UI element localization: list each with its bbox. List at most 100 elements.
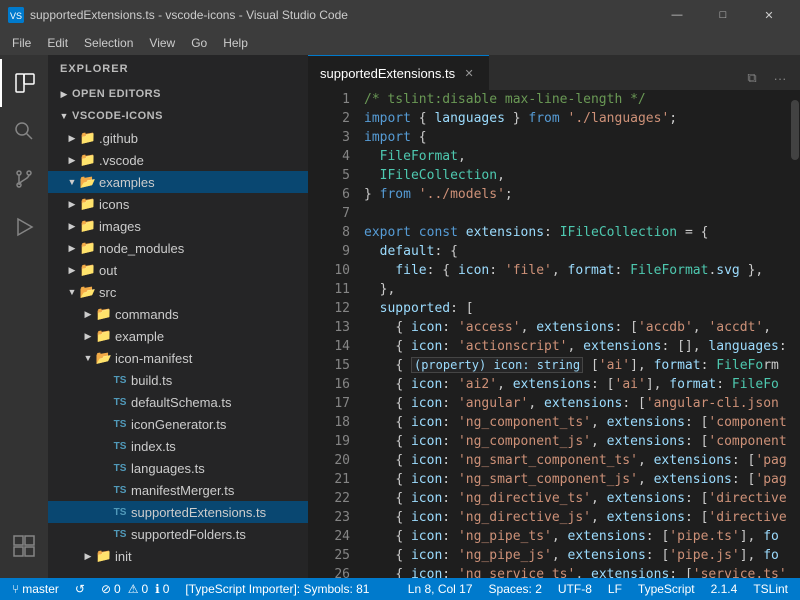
code-line-8: export const extensions: IFileCollection… bbox=[364, 223, 790, 242]
init-arrow: ▶ bbox=[80, 548, 96, 564]
cursor-position-status[interactable]: Ln 8, Col 17 bbox=[404, 578, 477, 600]
close-button[interactable]: ✕ bbox=[746, 0, 792, 30]
titlebar: VS supportedExtensions.ts - vscode-icons… bbox=[0, 0, 800, 30]
ts-version-status[interactable]: 2.1.4 bbox=[707, 578, 742, 600]
menu-go[interactable]: Go bbox=[183, 30, 215, 55]
tree-item-example[interactable]: ▶ 📁 example bbox=[48, 325, 308, 347]
icons-label: icons bbox=[99, 197, 129, 212]
iconmanifest-folder-icon: 📂 bbox=[96, 350, 112, 366]
menu-view[interactable]: View bbox=[141, 30, 183, 55]
importer-status[interactable]: [TypeScript Importer]: Symbols: 81 bbox=[181, 578, 373, 600]
vscode-icons-arrow: ▼ bbox=[56, 108, 72, 124]
tree-item-src[interactable]: ▼ 📂 src bbox=[48, 281, 308, 303]
code-line-22: { icon: 'ng_directive_ts', extensions: [… bbox=[364, 489, 790, 508]
error-icon: ⊘ bbox=[101, 582, 111, 596]
src-arrow: ▼ bbox=[64, 284, 80, 300]
tab-supportedextensions[interactable]: supportedExtensions.ts ✕ bbox=[308, 55, 489, 90]
explorer-activity-btn[interactable] bbox=[0, 59, 48, 107]
open-editors-section[interactable]: ▶ OPEN EDITORS bbox=[48, 83, 308, 105]
tslint-label: TSLint bbox=[753, 582, 788, 596]
init-label: init bbox=[115, 549, 132, 564]
nodemodules-label: node_modules bbox=[99, 241, 184, 256]
position-label: Ln 8, Col 17 bbox=[408, 582, 473, 596]
sync-status[interactable]: ↺ bbox=[71, 578, 89, 600]
tree-item-supportedfoldersts[interactable]: ▶ TS supportedFolders.ts bbox=[48, 523, 308, 545]
languagets-label: languages.ts bbox=[131, 461, 205, 476]
more-actions-button[interactable]: ··· bbox=[768, 66, 792, 90]
scm-activity-btn[interactable] bbox=[0, 155, 48, 203]
line-numbers: 12345 678910 1112131415 1617181920 21222… bbox=[308, 90, 358, 578]
icons-arrow: ▶ bbox=[64, 196, 80, 212]
code-line-13: { icon: 'access', extensions: ['accdb', … bbox=[364, 318, 790, 337]
tree-item-buildts[interactable]: ▶ TS build.ts bbox=[48, 369, 308, 391]
images-label: images bbox=[99, 219, 141, 234]
tree-item-supportedextensions[interactable]: ▶ TS supportedExtensions.ts bbox=[48, 501, 308, 523]
encoding-status[interactable]: UTF-8 bbox=[554, 578, 596, 600]
tree-item-vscode[interactable]: ▶ 📁 .vscode bbox=[48, 149, 308, 171]
info-count: 0 bbox=[163, 582, 170, 596]
language-status[interactable]: TypeScript bbox=[634, 578, 699, 600]
tree-item-icongeneratorts[interactable]: ▶ TS iconGenerator.ts bbox=[48, 413, 308, 435]
errors-warnings-status[interactable]: ⊘ 0 ⚠ 0 ℹ 0 bbox=[97, 578, 173, 600]
code-line-21: { icon: 'ng_smart_component_js', extensi… bbox=[364, 470, 790, 489]
supportedfoldersts-file-icon: TS bbox=[112, 526, 128, 542]
init-folder-icon: 📁 bbox=[96, 548, 112, 564]
menu-file[interactable]: File bbox=[4, 30, 39, 55]
supportedfoldersts-label: supportedFolders.ts bbox=[131, 527, 246, 542]
extensions-activity-btn[interactable] bbox=[0, 522, 48, 570]
menu-help[interactable]: Help bbox=[215, 30, 256, 55]
search-activity-btn[interactable] bbox=[0, 107, 48, 155]
sidebar-tree: ▶ OPEN EDITORS ▼ VSCODE-ICONS ▶ 📁 .githu… bbox=[48, 83, 308, 578]
code-line-18: { icon: 'ng_component_ts', extensions: [… bbox=[364, 413, 790, 432]
tree-item-iconmanifest[interactable]: ▼ 📂 icon-manifest bbox=[48, 347, 308, 369]
supportedextensions-file-icon: TS bbox=[112, 504, 128, 520]
spaces-status[interactable]: Spaces: 2 bbox=[485, 578, 546, 600]
src-label: src bbox=[99, 285, 116, 300]
code-line-14: { icon: 'actionscript', extensions: [], … bbox=[364, 337, 790, 356]
warning-icon: ⚠ bbox=[128, 582, 139, 596]
menu-edit[interactable]: Edit bbox=[39, 30, 76, 55]
scrollbar-thumb bbox=[791, 100, 799, 160]
defaultschemats-file-icon: TS bbox=[112, 394, 128, 410]
vertical-scrollbar[interactable] bbox=[790, 90, 800, 578]
open-editors-label: OPEN EDITORS bbox=[72, 88, 161, 100]
languagets-file-icon: TS bbox=[112, 460, 128, 476]
github-arrow: ▶ bbox=[64, 130, 80, 146]
code-line-26: { icon: 'ng_service_ts', extensions: ['s… bbox=[364, 565, 790, 578]
debug-activity-btn[interactable] bbox=[0, 203, 48, 251]
tree-item-out[interactable]: ▶ 📁 out bbox=[48, 259, 308, 281]
tree-item-indexts[interactable]: ▶ TS index.ts bbox=[48, 435, 308, 457]
git-branch-label: master bbox=[22, 582, 59, 596]
tree-item-manifestmergerts[interactable]: ▶ TS manifestMerger.ts bbox=[48, 479, 308, 501]
language-label: TypeScript bbox=[638, 582, 695, 596]
tree-item-nodemodules[interactable]: ▶ 📁 node_modules bbox=[48, 237, 308, 259]
main-layout: EXPLORER ▶ OPEN EDITORS ▼ VSCODE-ICONS ▶… bbox=[0, 55, 800, 578]
git-branch-status[interactable]: ⑂ master bbox=[8, 578, 63, 600]
eol-status[interactable]: LF bbox=[604, 578, 626, 600]
minimize-button[interactable]: — bbox=[654, 0, 700, 30]
tree-item-github[interactable]: ▶ 📁 .github bbox=[48, 127, 308, 149]
tree-item-commands[interactable]: ▶ 📁 commands bbox=[48, 303, 308, 325]
vscode-icons-section[interactable]: ▼ VSCODE-ICONS bbox=[48, 105, 308, 127]
tree-item-examples[interactable]: ▼ 📂 examples bbox=[48, 171, 308, 193]
tree-item-icons[interactable]: ▶ 📁 icons bbox=[48, 193, 308, 215]
icons-folder-icon: 📁 bbox=[80, 196, 96, 212]
out-folder-icon: 📁 bbox=[80, 262, 96, 278]
tab-close-icon[interactable]: ✕ bbox=[461, 65, 477, 81]
code-content[interactable]: /* tslint:disable max-line-length */ imp… bbox=[358, 90, 790, 578]
tree-item-init[interactable]: ▶ 📁 init bbox=[48, 545, 308, 567]
menu-selection[interactable]: Selection bbox=[76, 30, 141, 55]
supportedextensions-label: supportedExtensions.ts bbox=[131, 505, 266, 520]
maximize-button[interactable]: □ bbox=[700, 0, 746, 30]
defaultschemats-label: defaultSchema.ts bbox=[131, 395, 231, 410]
window-title: supportedExtensions.ts - vscode-icons - … bbox=[30, 8, 648, 22]
tree-item-languagets[interactable]: ▶ TS languages.ts bbox=[48, 457, 308, 479]
tree-item-defaultschemats[interactable]: ▶ TS defaultSchema.ts bbox=[48, 391, 308, 413]
example-folder-icon: 📁 bbox=[96, 328, 112, 344]
split-editor-button[interactable]: ⧉ bbox=[740, 66, 764, 90]
tab-bar: supportedExtensions.ts ✕ ⧉ ··· bbox=[308, 55, 800, 90]
code-line-23: { icon: 'ng_directive_js', extensions: [… bbox=[364, 508, 790, 527]
tslint-status[interactable]: TSLint bbox=[749, 578, 792, 600]
tree-item-images[interactable]: ▶ 📁 images bbox=[48, 215, 308, 237]
nodemodules-folder-icon: 📁 bbox=[80, 240, 96, 256]
